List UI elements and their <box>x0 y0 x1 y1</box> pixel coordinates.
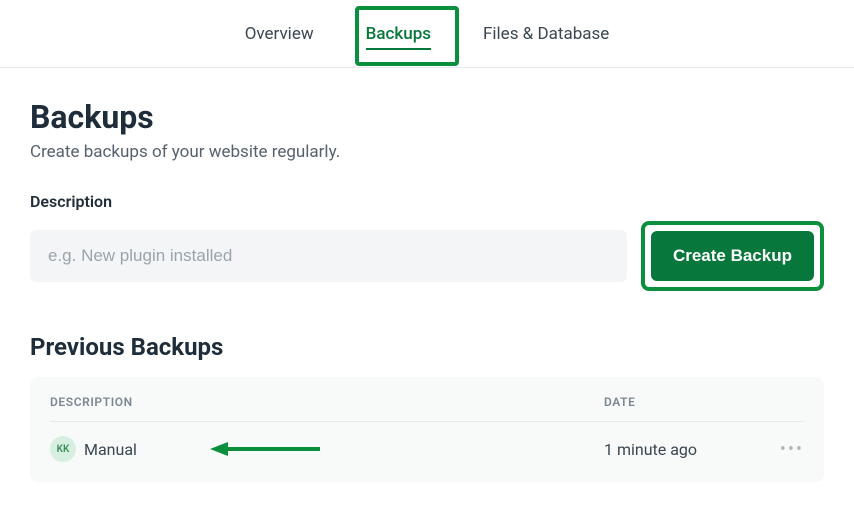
create-backup-row: Create Backup <box>30 221 824 291</box>
content-area: Backups Create backups of your website r… <box>0 68 854 482</box>
arrow-annotation-icon <box>210 439 320 459</box>
table-row: KK Manual 1 minute ago ••• <box>50 422 804 476</box>
description-input[interactable] <box>30 230 627 282</box>
create-backup-button[interactable]: Create Backup <box>651 231 814 281</box>
page-subtitle: Create backups of your website regularly… <box>30 142 824 162</box>
row-description-text: Manual <box>84 440 137 459</box>
table-header: DESCRIPTION DATE <box>50 377 804 422</box>
tab-overview[interactable]: Overview <box>239 2 320 66</box>
column-header-description: DESCRIPTION <box>50 395 604 409</box>
description-label: Description <box>30 192 824 211</box>
tabs-bar: Overview Backups Files & Database <box>0 0 854 68</box>
previous-backups-title: Previous Backups <box>30 333 824 361</box>
page-title: Backups <box>30 98 824 136</box>
column-header-date: DATE <box>604 395 764 409</box>
tab-files-database[interactable]: Files & Database <box>477 2 615 66</box>
tab-backups[interactable]: Backups <box>360 2 437 66</box>
row-date-cell: 1 minute ago <box>604 440 764 459</box>
highlight-box-create: Create Backup <box>641 221 824 291</box>
row-actions-menu[interactable]: ••• <box>764 439 804 460</box>
column-header-actions <box>764 395 804 409</box>
avatar: KK <box>50 436 76 462</box>
row-description-cell: KK Manual <box>50 436 604 462</box>
previous-backups-table: DESCRIPTION DATE KK Manual 1 minute ago … <box>30 377 824 482</box>
